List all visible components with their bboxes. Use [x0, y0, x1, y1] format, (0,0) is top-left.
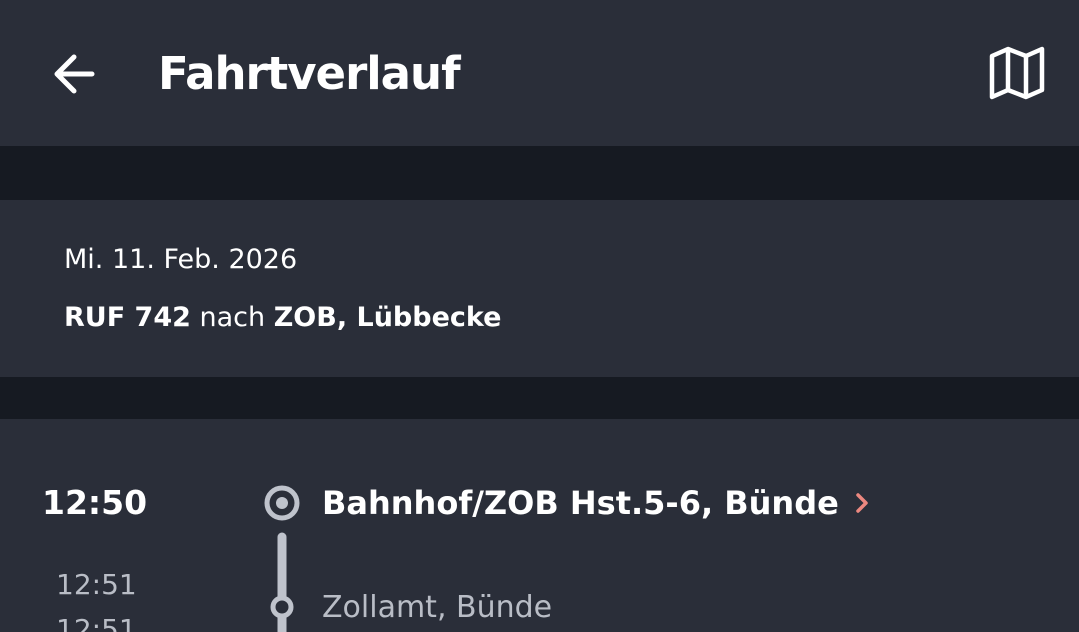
- line-number: RUF 742: [64, 302, 191, 333]
- trip-route: RUF 742 nach ZOB, Lübbecke: [64, 300, 501, 336]
- route-timeline: [264, 485, 300, 632]
- stop-list: 12:50 12:51 12:51 Bahnhof/ZOB Hst.5-6, B…: [0, 419, 1079, 632]
- stop-name: Bahnhof/ZOB Hst.5-6, Bünde: [322, 484, 839, 522]
- trip-date: Mi. 11. Feb. 2026: [64, 244, 298, 275]
- section-divider: [0, 146, 1079, 200]
- origin-stop-dot: [276, 497, 288, 509]
- app-header: Fahrtverlauf: [0, 0, 1079, 146]
- section-divider: [0, 377, 1079, 419]
- intermediate-stop-marker: [270, 595, 294, 619]
- stop-name-intermediate[interactable]: Zollamt, Bünde: [322, 589, 552, 627]
- route-connector: nach: [199, 302, 266, 333]
- page-title: Fahrtverlauf: [158, 47, 461, 100]
- chevron-right-icon: [856, 493, 868, 513]
- departure-time-secondary: 12:51: [56, 613, 137, 632]
- arrow-left-icon[interactable]: [44, 44, 104, 104]
- destination: ZOB, Lübbecke: [273, 302, 502, 333]
- arrival-time: 12:51: [56, 568, 137, 601]
- map-icon[interactable]: [984, 42, 1050, 102]
- trip-course-screen: Fahrtverlauf Mi. 11. Feb. 2026 RUF 742 n…: [0, 0, 1079, 632]
- stop-row-origin[interactable]: Bahnhof/ZOB Hst.5-6, Bünde: [322, 483, 871, 523]
- departure-time: 12:50: [42, 483, 148, 522]
- trip-info-card: Mi. 11. Feb. 2026 RUF 742 nach ZOB, Lübb…: [0, 200, 1079, 377]
